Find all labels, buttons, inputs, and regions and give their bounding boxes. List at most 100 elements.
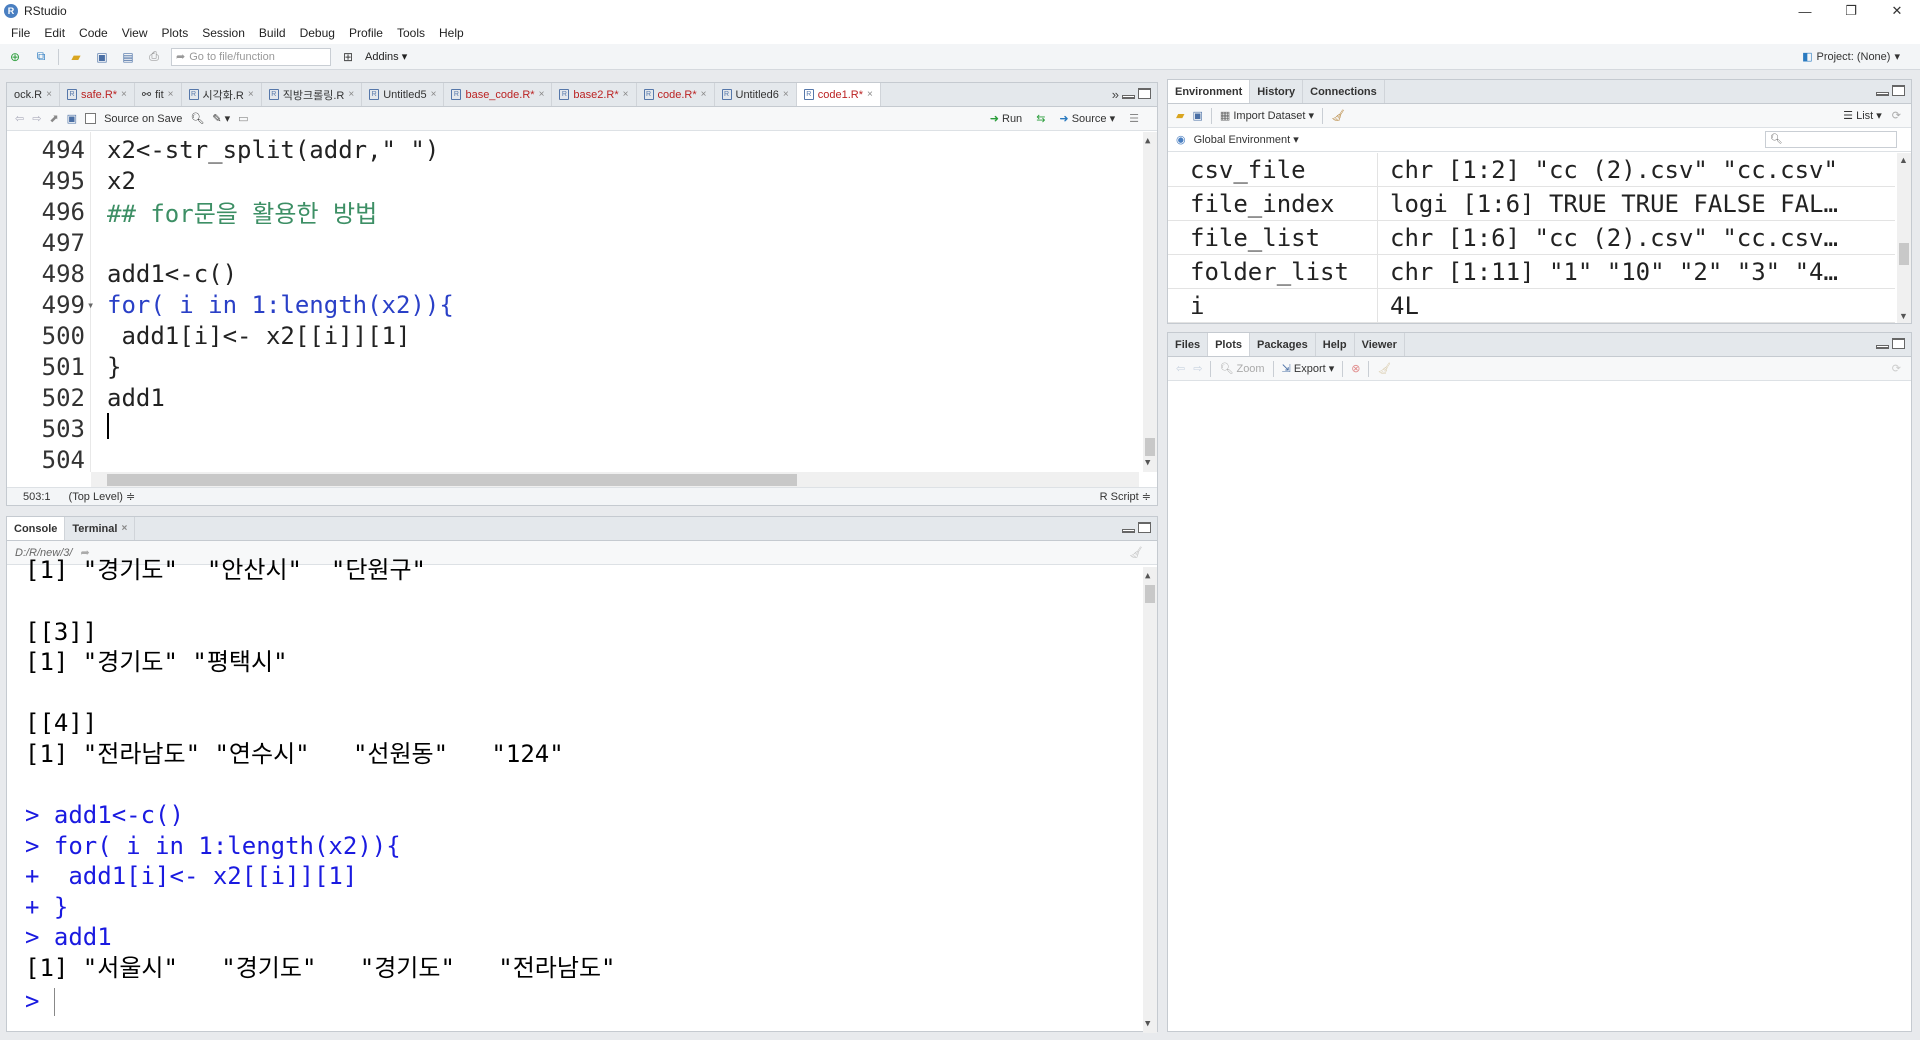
refresh-icon[interactable]: ⟳ (1892, 362, 1901, 375)
open-folder-icon[interactable]: ▰ (1176, 109, 1184, 122)
close-icon[interactable]: × (701, 89, 707, 100)
open-folder-icon[interactable]: ▰ (67, 49, 85, 65)
close-icon[interactable]: × (248, 89, 254, 100)
editor-tab[interactable]: R Untitled6 × (715, 83, 797, 106)
run-button[interactable]: ➜ Run (990, 112, 1022, 125)
menu-help[interactable]: Help (432, 26, 471, 40)
close-icon[interactable]: × (168, 89, 174, 100)
compile-report-icon[interactable]: ▭ (238, 112, 248, 125)
rerun-icon[interactable]: ⇆ (1036, 112, 1045, 125)
environment-row[interactable]: folder_list chr [1:11] "1" "10" "2" "3" … (1168, 255, 1895, 289)
magic-wand-icon[interactable]: ✎ ▾ (212, 112, 230, 125)
source-on-save-checkbox[interactable] (85, 113, 97, 124)
editor-tab[interactable]: R Untitled5 × (362, 83, 445, 106)
close-icon[interactable]: × (539, 89, 545, 100)
minimize-pane-icon[interactable] (1122, 95, 1135, 99)
console-output[interactable]: [1] "경기도" "안산시" "단원구" [[3]] [1] "경기도" "평… (7, 556, 1157, 1033)
maximize-pane-icon[interactable] (1892, 338, 1905, 349)
menu-profile[interactable]: Profile (342, 26, 390, 40)
close-icon[interactable]: × (121, 523, 127, 534)
close-icon[interactable]: × (783, 89, 789, 100)
close-icon[interactable]: × (348, 89, 354, 100)
menu-file[interactable]: File (4, 26, 37, 40)
scroll-thumb[interactable] (1899, 243, 1909, 265)
tab-files[interactable]: Files (1168, 333, 1209, 356)
save-icon[interactable]: ▣ (1192, 109, 1202, 122)
environment-row[interactable]: csv_file chr [1:2] "cc (2).csv" "cc.csv" (1168, 153, 1895, 187)
broom-icon[interactable]: 🧹︎ (1377, 362, 1391, 375)
environment-row[interactable]: file_index logi [1:6] TRUE TRUE FALSE FA… (1168, 187, 1895, 221)
import-dataset-button[interactable]: ▦ Import Dataset ▾ (1220, 109, 1314, 122)
minimize-pane-icon[interactable] (1876, 345, 1889, 349)
menu-plots[interactable]: Plots (155, 26, 196, 40)
tab-history[interactable]: History (1250, 80, 1304, 103)
console-scrollbar[interactable]: ▲ ▼ (1143, 567, 1157, 1033)
close-icon[interactable]: × (46, 89, 52, 100)
tab-viewer[interactable]: Viewer (1355, 333, 1405, 356)
more-tabs-icon[interactable]: » (1112, 87, 1119, 102)
menu-view[interactable]: View (115, 26, 155, 40)
scroll-thumb[interactable] (107, 474, 797, 486)
maximize-pane-icon[interactable] (1138, 522, 1151, 533)
source-button[interactable]: ➜ Source ▾ (1059, 112, 1115, 125)
project-menu[interactable]: ◧ Project: (None) ▾ (1802, 50, 1900, 64)
editor-horizontal-scrollbar[interactable] (91, 472, 1139, 488)
grid-layout-icon[interactable]: ⊞ (339, 49, 357, 65)
environment-search-input[interactable]: 🔍︎ (1765, 131, 1897, 148)
close-icon[interactable]: × (623, 89, 629, 100)
new-file-icon[interactable]: ⊕ (6, 49, 24, 65)
forward-icon[interactable]: ⇨ (32, 112, 41, 125)
save-all-icon[interactable]: ▤ (119, 49, 137, 65)
outline-icon[interactable]: ☰ (1129, 112, 1139, 125)
code-editor[interactable]: 494 x2<-str_split(addr," ") 495 x2 496 #… (7, 132, 1157, 488)
tab-connections[interactable]: Connections (1303, 80, 1385, 103)
editor-tab[interactable]: R 시각화.R × (182, 83, 262, 106)
addins-menu[interactable]: Addins ▾ (365, 50, 407, 63)
scroll-thumb[interactable] (1145, 585, 1155, 603)
tab-environment[interactable]: Environment (1168, 80, 1251, 103)
broom-icon[interactable]: 🧹︎ (1331, 109, 1345, 122)
list-view-button[interactable]: ☰ List ▾ (1843, 109, 1882, 122)
minimize-pane-icon[interactable] (1122, 529, 1135, 533)
fold-arrow-icon[interactable]: ▾ (87, 298, 94, 312)
minimize-pane-icon[interactable] (1876, 92, 1889, 96)
maximize-button[interactable]: ❐ (1828, 0, 1874, 22)
zoom-button[interactable]: 🔍︎ Zoom (1219, 362, 1264, 375)
menu-edit[interactable]: Edit (37, 26, 72, 40)
close-icon[interactable]: × (431, 89, 437, 100)
tab-terminal[interactable]: Terminal × (65, 517, 136, 540)
editor-tab-active[interactable]: Rcode1.R* × (796, 83, 881, 106)
tab-packages[interactable]: Packages (1250, 333, 1316, 356)
editor-tab[interactable]: Rbase2.R* × (552, 83, 637, 106)
scope-selector[interactable]: (Top Level) ≑ (69, 490, 136, 503)
environment-row[interactable]: i 4L (1168, 289, 1895, 323)
editor-tab[interactable]: Rbase_code.R* × (444, 83, 553, 106)
remove-plot-icon[interactable]: ⊗ (1351, 362, 1360, 375)
console-prompt[interactable]: > (25, 986, 55, 1016)
save-icon[interactable]: ▣ (67, 112, 77, 125)
maximize-pane-icon[interactable] (1892, 85, 1905, 96)
environment-scope-selector[interactable]: Global Environment ▾ (1194, 133, 1299, 146)
minimize-button[interactable]: — (1782, 0, 1828, 22)
close-window-button[interactable]: ✕ (1874, 0, 1920, 22)
tab-plots[interactable]: Plots (1208, 333, 1250, 356)
maximize-pane-icon[interactable] (1138, 88, 1151, 99)
menu-debug[interactable]: Debug (293, 26, 342, 40)
editor-vertical-scrollbar[interactable]: ▲ ▼ (1143, 132, 1157, 472)
editor-tab[interactable]: ock.R × (7, 83, 60, 106)
tab-help[interactable]: Help (1316, 333, 1355, 356)
search-icon[interactable]: 🔍︎ (190, 112, 204, 125)
editor-tab[interactable]: Rcode.R* × (637, 83, 715, 106)
new-project-icon[interactable]: ⧉ (32, 49, 50, 65)
back-icon[interactable]: ⇦ (15, 112, 24, 125)
menu-build[interactable]: Build (252, 26, 293, 40)
show-in-window-icon[interactable]: ⬈ (49, 112, 58, 125)
editor-tab[interactable]: ⚯ fit × (135, 83, 182, 106)
refresh-icon[interactable]: ⟳ (1892, 109, 1901, 122)
menu-session[interactable]: Session (195, 26, 252, 40)
filetype-selector[interactable]: R Script ≑ (1100, 490, 1151, 503)
next-plot-icon[interactable]: ⇨ (1193, 362, 1202, 375)
editor-tab[interactable]: R 직방크롤링.R × (262, 83, 363, 106)
editor-tab[interactable]: Rsafe.R* × (60, 83, 135, 106)
menu-tools[interactable]: Tools (390, 26, 432, 40)
